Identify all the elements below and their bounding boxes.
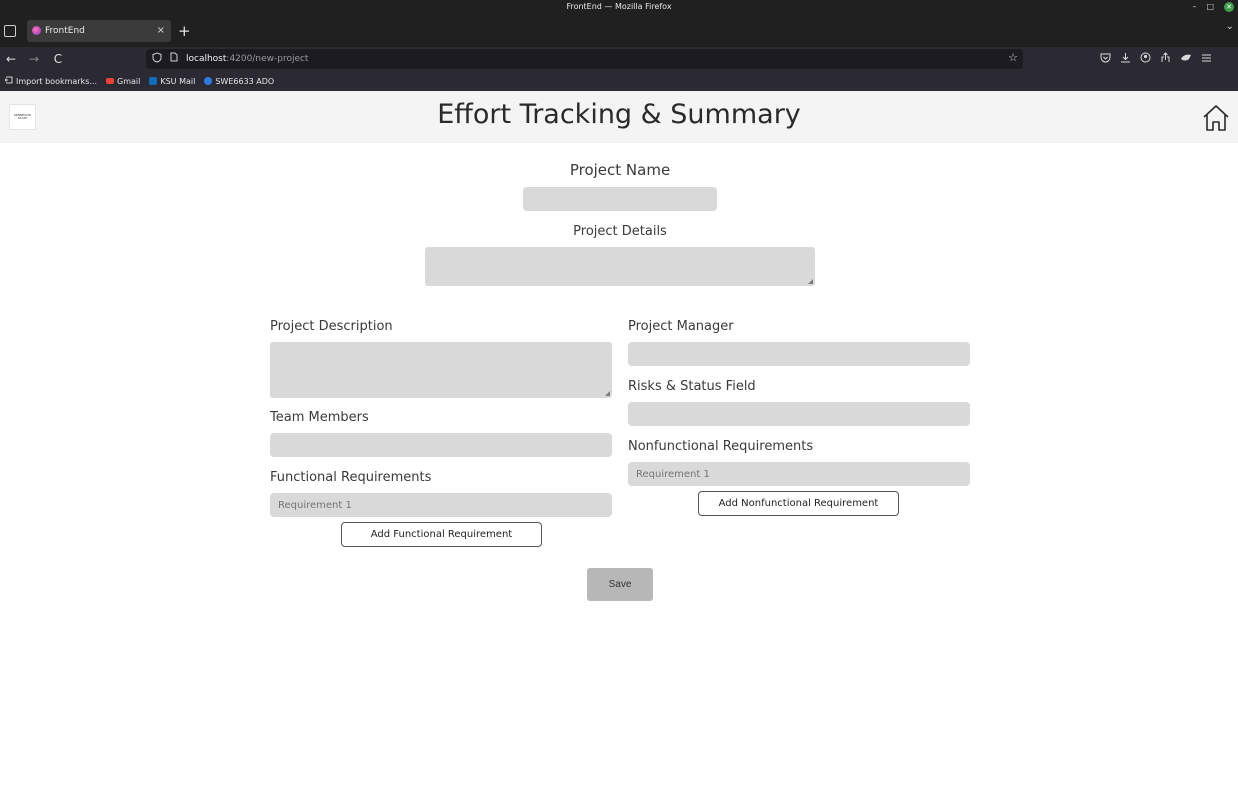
navigation-toolbar: ← → C localhost:4200/new-project ☆ [0,47,1238,71]
bookmark-label: SWE6633 ADO [215,76,275,86]
page-info-icon[interactable] [170,52,178,65]
back-button[interactable]: ← [2,50,20,68]
functional-requirements-label: Functional Requirements [270,470,432,485]
project-details-textarea[interactable] [425,247,815,286]
bookmark-label: Gmail [117,76,141,86]
team-members-label: Team Members [270,410,369,425]
account-icon[interactable] [1140,52,1151,66]
project-details-label: Project Details [573,224,667,239]
gmail-icon [106,78,115,84]
azure-devops-icon [204,77,213,85]
window-controls: – □ ✕ [1192,0,1234,14]
window-title: FrontEnd — Mozilla Firefox [566,2,672,11]
app-header: KENNESAW STATE Effort Tracking & Summary [0,91,1238,143]
tab-label: FrontEnd [45,26,85,36]
minimize-button[interactable]: – [1192,0,1196,14]
bookmark-gmail[interactable]: Gmail [106,77,140,86]
angular-favicon-icon [32,26,41,35]
risks-status-label: Risks & Status Field [628,379,756,394]
url-text[interactable]: localhost:4200/new-project [186,49,308,69]
tab-list-icon[interactable] [4,25,16,37]
project-name-label: Project Name [569,161,671,179]
tab-close-button[interactable]: × [157,20,165,42]
resize-handle-icon[interactable] [808,279,813,284]
bookmark-ksu-mail[interactable]: KSU Mail [149,77,195,86]
project-manager-label: Project Manager [628,319,734,334]
address-bar[interactable]: localhost:4200/new-project ☆ [146,49,1023,69]
import-icon [4,76,13,86]
bookmark-label: KSU Mail [160,76,196,86]
extensions-icon[interactable] [1180,53,1192,66]
bookmark-label: Import bookmarks... [16,76,98,86]
list-all-tabs-icon[interactable]: ⌄ [1226,21,1234,32]
page-title: Effort Tracking & Summary [437,99,801,130]
downloads-icon[interactable] [1120,52,1131,66]
forward-button[interactable]: → [25,50,43,68]
resize-handle-icon[interactable] [605,391,610,396]
bookmark-star-icon[interactable]: ☆ [1008,51,1018,64]
nonfunctional-requirement-input[interactable] [628,462,970,486]
bookmarks-toolbar: Import bookmarks... Gmail KSU Mail SWE66… [0,71,1238,91]
new-tab-button[interactable]: + [178,20,191,42]
add-nonfunctional-requirement-button[interactable]: Add Nonfunctional Requirement [698,491,899,516]
home-icon[interactable] [1201,103,1231,133]
share-icon[interactable] [1160,52,1171,66]
reload-button[interactable]: C [49,50,67,68]
save-button[interactable]: Save [587,568,653,601]
toolbar-icons [1100,47,1212,71]
functional-requirement-input[interactable] [270,493,612,517]
project-description-label: Project Description [270,319,393,334]
url-path: :4200/new-project [226,54,309,64]
risks-status-input[interactable] [628,402,970,426]
window-titlebar: FrontEnd — Mozilla Firefox – □ ✕ [0,0,1238,14]
bookmark-swe6633-ado[interactable]: SWE6633 ADO [204,77,274,86]
team-members-input[interactable] [270,433,612,457]
tab-frontend[interactable]: FrontEnd × [27,20,171,42]
shield-icon[interactable] [152,52,162,66]
tab-bar: FrontEnd × + ⌄ [0,14,1238,47]
nonfunctional-requirements-label: Nonfunctional Requirements [628,439,814,454]
project-manager-input[interactable] [628,342,970,366]
project-name-input[interactable] [523,187,717,211]
project-description-textarea[interactable] [270,342,612,398]
maximize-button[interactable]: □ [1206,0,1214,14]
url-host: localhost [186,54,227,64]
bookmark-import[interactable]: Import bookmarks... [4,76,98,86]
close-window-button[interactable]: ✕ [1224,2,1234,12]
menu-icon[interactable] [1201,53,1212,66]
add-functional-requirement-button[interactable]: Add Functional Requirement [341,522,542,547]
pocket-icon[interactable] [1100,53,1111,66]
outlook-icon [149,77,158,85]
